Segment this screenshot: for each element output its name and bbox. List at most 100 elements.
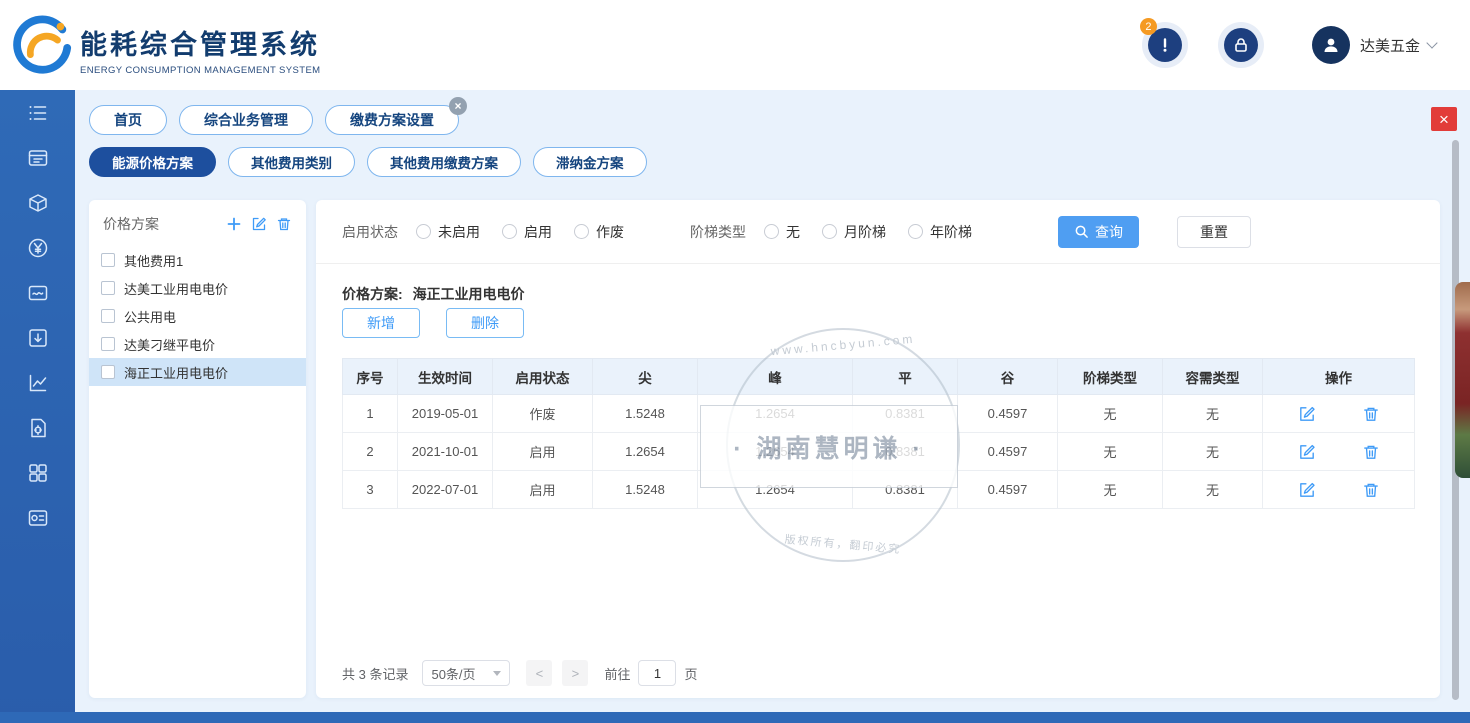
user-icon [1320, 34, 1342, 56]
plan-checkbox[interactable] [101, 365, 115, 379]
service-mascot[interactable] [1455, 282, 1470, 478]
radio-ladder-yearly[interactable]: 年阶梯 [908, 222, 972, 242]
tab-business-management-label: 综合业务管理 [204, 110, 288, 130]
plan-item-public-power[interactable]: 公共用电 [89, 302, 306, 330]
edit-row-icon[interactable] [1298, 481, 1316, 499]
radio-status-not-enabled[interactable]: 未启用 [416, 222, 480, 242]
lock-button[interactable] [1218, 22, 1264, 68]
page-unit-label: 页 [684, 664, 697, 683]
package-icon[interactable] [0, 180, 75, 225]
tab-business-management[interactable]: 综合业务管理 [179, 105, 313, 135]
cell-peak: 1.2654 [698, 395, 853, 433]
chart-icon[interactable] [0, 360, 75, 405]
ladder-filter-label: 阶梯类型 [690, 222, 746, 242]
bottom-bar [0, 712, 1470, 723]
meter-icon[interactable] [0, 495, 75, 540]
tab-other-fee-payment-plan[interactable]: 其他费用缴费方案 [367, 147, 521, 177]
cell-seq: 1 [343, 395, 398, 433]
import-icon[interactable] [0, 315, 75, 360]
plan-item-other-fee-1[interactable]: 其他费用1 [89, 246, 306, 274]
tab-energy-price-plan-label: 能源价格方案 [112, 152, 193, 172]
main-content: 首页 综合业务管理 缴费方案设置 × × 能源价格方案 其他费用类别 其他费用缴… [75, 90, 1470, 712]
app-logo-icon [12, 13, 74, 75]
radio-ladder-monthly[interactable]: 月阶梯 [822, 222, 886, 242]
radio-status-enabled[interactable]: 启用 [502, 222, 552, 242]
edit-row-icon[interactable] [1298, 405, 1316, 423]
user-menu[interactable]: 达美五金 [1312, 26, 1436, 64]
delete-row-icon[interactable] [1362, 405, 1380, 423]
cell-valley: 0.4597 [958, 433, 1058, 471]
tab-home-label: 首页 [114, 110, 142, 130]
close-page-button[interactable]: × [1431, 107, 1457, 131]
radio-status-voided[interactable]: 作废 [574, 222, 624, 242]
cell-capacity-type: 无 [1163, 395, 1263, 433]
cell-ladder-type: 无 [1058, 471, 1163, 509]
plan-detail-panel: 启用状态 未启用 启用 作废 阶梯类型 无 月阶梯 [316, 200, 1440, 698]
delete-button[interactable]: 删除 [446, 308, 524, 338]
menu-icon[interactable] [0, 90, 75, 135]
cell-status: 启用 [493, 471, 593, 509]
status-filter-label: 启用状态 [342, 222, 398, 242]
plan-checkbox[interactable] [101, 253, 115, 267]
page-size-select[interactable]: 50条/页 [422, 660, 510, 686]
delete-plan-icon[interactable] [276, 216, 292, 232]
cell-seq: 2 [343, 433, 398, 471]
tab-energy-price-plan[interactable]: 能源价格方案 [89, 147, 216, 177]
col-seq: 序号 [343, 359, 398, 395]
cell-flat: 0.8381 [853, 471, 958, 509]
chevron-down-icon [1426, 37, 1437, 48]
next-page-button[interactable]: > [562, 660, 588, 686]
cell-ladder-type: 无 [1058, 433, 1163, 471]
tab-home[interactable]: 首页 [89, 105, 167, 135]
plan-checkbox[interactable] [101, 309, 115, 323]
add-button[interactable]: 新增 [342, 308, 420, 338]
notification-button[interactable]: 2 [1142, 22, 1188, 68]
tab-payment-plan-settings[interactable]: 缴费方案设置 × [325, 105, 459, 135]
filter-bar: 启用状态 未启用 启用 作废 阶梯类型 无 月阶梯 [316, 200, 1440, 264]
plan-item-damei-flat[interactable]: 达美刁继平电价 [89, 330, 306, 358]
col-actions: 操作 [1263, 359, 1415, 395]
price-table: 序号 生效时间 启用状态 尖 峰 平 谷 阶梯类型 容需类型 操作 1 [342, 358, 1414, 509]
app-title: 能耗综合管理系统 [80, 23, 321, 62]
table-row: 2 2021-10-01 启用 1.2654 1.2654 0.8381 0.4… [343, 433, 1415, 471]
radio-icon [416, 224, 431, 239]
report-icon[interactable] [0, 270, 75, 315]
radio-label: 作废 [596, 222, 624, 242]
apps-icon[interactable] [0, 450, 75, 495]
currency-icon[interactable] [0, 225, 75, 270]
dashboard-icon[interactable] [0, 135, 75, 180]
col-ladder-type: 阶梯类型 [1058, 359, 1163, 395]
cell-flat: 0.8381 [853, 395, 958, 433]
plan-item-label: 达美工业用电电价 [124, 279, 228, 298]
price-plan-list: 其他费用1 达美工业用电电价 公共用电 达美刁继平电价 海正工业用电电价 [89, 246, 306, 386]
prev-page-button[interactable]: < [526, 660, 552, 686]
table-row: 3 2022-07-01 启用 1.5248 1.2654 0.8381 0.4… [343, 471, 1415, 509]
add-plan-icon[interactable] [226, 216, 242, 232]
col-capacity-type: 容需类型 [1163, 359, 1263, 395]
tab-late-fee-plan[interactable]: 滞纳金方案 [533, 147, 647, 177]
goto-page-input[interactable] [638, 660, 676, 686]
settings-doc-icon[interactable] [0, 405, 75, 450]
tab-other-fee-category[interactable]: 其他费用类别 [228, 147, 355, 177]
tab-close-icon[interactable]: × [449, 97, 467, 115]
cell-effective-date: 2019-05-01 [398, 395, 493, 433]
plan-item-label: 其他费用1 [124, 251, 183, 270]
delete-row-icon[interactable] [1362, 481, 1380, 499]
lock-icon [1231, 35, 1251, 55]
plan-checkbox[interactable] [101, 337, 115, 351]
plan-item-damei-industrial[interactable]: 达美工业用电电价 [89, 274, 306, 302]
plan-item-haizheng-industrial[interactable]: 海正工业用电电价 [89, 358, 306, 386]
search-button[interactable]: 查询 [1058, 216, 1139, 248]
app-header: 能耗综合管理系统 ENERGY CONSUMPTION MANAGEMENT S… [0, 0, 1470, 90]
total-records: 共 3 条记录 [342, 664, 408, 683]
plan-checkbox[interactable] [101, 281, 115, 295]
reset-button[interactable]: 重置 [1177, 216, 1251, 248]
edit-row-icon[interactable] [1298, 443, 1316, 461]
edit-plan-icon[interactable] [251, 216, 267, 232]
price-plan-panel-title: 价格方案 [103, 214, 159, 234]
alert-icon [1155, 35, 1175, 55]
delete-row-icon[interactable] [1362, 443, 1380, 461]
price-plan-panel: 价格方案 其他费用1 [89, 200, 306, 698]
cell-status: 启用 [493, 433, 593, 471]
radio-ladder-none[interactable]: 无 [764, 222, 800, 242]
